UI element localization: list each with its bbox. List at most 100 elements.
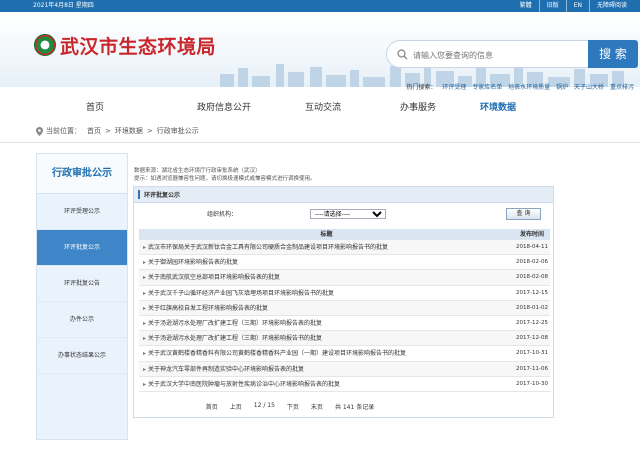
total-records: 共 141 条记录	[334, 404, 375, 411]
site-header: 武汉市生态环境局 搜 索 热门搜索： 环评受理 专家库名单 地表水环境质量 锅炉…	[0, 12, 640, 91]
org-select[interactable]: ----请选择----	[310, 209, 386, 219]
sidebar-item-eia-acceptance[interactable]: 环评受理公示	[37, 194, 127, 230]
sidebar-item-eia-approval[interactable]: 环评批复公示	[37, 230, 127, 266]
row-title-cell[interactable]: ▸ 关于武汉黄鹤楼香精香料有限公司黄鹤楼香精香料产业园（一期）建设项目环境影响报告…	[139, 346, 514, 360]
query-button[interactable]: 查 询	[506, 208, 541, 220]
prev-page-link[interactable]: 上页	[230, 402, 242, 412]
row-title-link[interactable]: 关于红旗高校自发工程环境影响报告表的批复	[148, 305, 268, 312]
hot-word-link[interactable]: 环评受理	[442, 84, 466, 91]
breadcrumb-home[interactable]: 首页	[87, 126, 101, 136]
row-date-cell: 2018-01-02	[516, 304, 548, 311]
row-title-link[interactable]: 关于神龙汽车零部件再制造实验中心环境影响报告表的批复	[148, 366, 304, 373]
row-title-link[interactable]: 关于汤逊湖污水处理厂改扩建工程（三期）环境影响报告表的批复	[148, 320, 322, 327]
row-date-cell: 2017-10-30	[516, 380, 548, 387]
top-bar: 2021年4月8日 星期四 繁體 旧版 EN 无障碍阅读	[0, 0, 640, 12]
row-title-cell[interactable]: ▸ 关于武汉千子山循环经济产业园飞灰填埋场项目环境影响报告书的批复	[139, 286, 514, 300]
breadcrumb-prefix: 当前位置：	[46, 127, 81, 135]
row-title-link[interactable]: 关于武汉黄鹤楼香精香料有限公司黄鹤楼香精香料产业园（一期）建设项目环境影响报告书…	[148, 350, 406, 357]
row-date-cell: 2017-11-06	[516, 365, 548, 372]
sidebar-title: 行政审批公示	[37, 154, 127, 194]
bullet-icon: ▸	[143, 259, 147, 267]
row-title-cell[interactable]: ▸ 关于红旗高校自发工程环境影响报告表的批复	[139, 301, 514, 315]
hot-word-link[interactable]: 重点排污	[610, 84, 634, 91]
row-title-cell[interactable]: ▸ 关于御湖园环境影响报告表的批复	[139, 255, 514, 269]
hot-word-link[interactable]: 地表水环境质量	[508, 84, 550, 91]
row-title-cell[interactable]: ▸ 关于汤逊湖污水处理厂改扩建工程（三期）环境影响报告书的批复	[139, 331, 514, 345]
hot-search-label: 热门搜索：	[406, 84, 437, 91]
last-page-link[interactable]: 末页	[311, 402, 323, 412]
breadcrumb-env-data[interactable]: 环境数据	[115, 126, 143, 136]
nav-services[interactable]: 办事服务	[388, 99, 448, 117]
tip-line: 提示：如遇浏览器兼容性问题，请切换极速模式或兼容模式进行调换使用。	[134, 176, 316, 182]
next-page-link[interactable]: 下页	[287, 402, 299, 412]
traditional-chinese-link[interactable]: 繁體	[513, 0, 539, 12]
nav-home[interactable]: 首页	[0, 99, 190, 117]
bullet-icon: ▸	[143, 335, 147, 343]
location-pin-icon	[36, 126, 43, 136]
first-page-link[interactable]: 首页	[206, 402, 218, 412]
breadcrumb-current[interactable]: 行政审批公示	[157, 126, 199, 136]
hot-search: 热门搜索： 环评受理 专家库名单 地表水环境质量 锅炉 天子山大桥 重点排污	[402, 82, 634, 91]
table-row[interactable]: ▸ 关于神龙汽车零部件再制造实验中心环境影响报告表的批复 2017-11-06	[139, 361, 550, 377]
row-date-cell: 2018-02-06	[516, 259, 548, 266]
pagination: 首页 上页 12 / 15 下页 末页 共 141 条记录	[0, 402, 640, 412]
row-title-link[interactable]: 关于武汉千子山循环经济产业园飞灰填埋场项目环境影响报告书的批复	[148, 290, 334, 297]
bullet-icon: ▸	[143, 380, 147, 388]
row-title-cell[interactable]: ▸ 关于南航武汉航空总部项目环境影响报告表的批复	[139, 270, 514, 284]
row-date-cell: 2017-12-25	[516, 319, 548, 326]
table-row[interactable]: ▸ 关于武汉大学中南医院肿瘤与放射性疾病诊治中心环境影响报告表的批复 2017-10…	[139, 377, 550, 392]
search-icon	[397, 49, 408, 60]
hot-word-link[interactable]: 天子山大桥	[574, 84, 604, 91]
row-title-link[interactable]: 关于汤逊湖污水处理厂改扩建工程（三期）环境影响报告书的批复	[148, 335, 322, 342]
row-title-cell[interactable]: ▸ 关于神龙汽车零部件再制造实验中心环境影响报告表的批复	[139, 362, 514, 376]
breadcrumb: 当前位置： 首页 > 环境数据 > 行政审批公示	[36, 125, 199, 137]
bullet-icon: ▸	[143, 350, 147, 358]
old-version-link[interactable]: 旧版	[538, 0, 566, 12]
hot-word-link[interactable]: 锅炉	[556, 84, 568, 91]
main-nav: 首页 政府信息公开 互动交流 办事服务 环境数据	[0, 99, 640, 117]
approval-table: 标题 发布时间 ▸ 武汉市环保局关于武汉新钛合金工具有限公司硬质合金制品建设项目环…	[139, 229, 550, 392]
row-title-link[interactable]: 关于武汉大学中南医院肿瘤与放射性疾病诊治中心环境影响报告表的批复	[148, 381, 340, 388]
search-button[interactable]: 搜 索	[588, 40, 638, 68]
bullet-icon: ▸	[143, 365, 147, 373]
sidebar-item-eia-announcement[interactable]: 环评批复公告	[37, 266, 127, 302]
date-text: 2021年4月8日 星期四	[33, 2, 94, 9]
table-row[interactable]: ▸ 关于武汉黄鹤楼香精香料有限公司黄鹤楼香精香料产业园（一期）建设项目环境影响报告…	[139, 346, 550, 362]
bullet-icon: ▸	[143, 274, 147, 282]
table-row[interactable]: ▸ 关于御湖园环境影响报告表的批复 2018-02-06	[139, 255, 550, 271]
table-header: 标题 发布时间	[139, 229, 550, 240]
row-date-cell: 2017-12-15	[516, 289, 548, 296]
page-indicator: 12 / 15	[253, 402, 275, 409]
row-title-link[interactable]: 关于御湖园环境影响报告表的批复	[148, 259, 238, 266]
approval-panel: 环评批复公示 组织机构： ----请选择---- 查 询 标题 发布时间 ▸ 武汉…	[133, 186, 554, 418]
accessibility-link[interactable]: 无障碍阅读	[588, 0, 634, 12]
row-title-link[interactable]: 关于南航武汉航空总部项目环境影响报告表的批复	[148, 274, 280, 281]
sidebar-item-case-publicity[interactable]: 办件公示	[37, 302, 127, 338]
top-links: 繁體 旧版 EN 无障碍阅读	[513, 0, 634, 12]
table-row[interactable]: ▸ 关于汤逊湖污水处理厂改扩建工程（三期）环境影响报告表的批复 2017-12-25	[139, 316, 550, 332]
row-title-link[interactable]: 武汉市环保局关于武汉新钛合金工具有限公司硬质合金制品建设项目环境影响报告书的批复	[148, 244, 388, 251]
row-date-cell: 2017-10-31	[516, 350, 548, 357]
table-row[interactable]: ▸ 关于红旗高校自发工程环境影响报告表的批复 2018-01-02	[139, 300, 550, 316]
table-row[interactable]: ▸ 武汉市环保局关于武汉新钛合金工具有限公司硬质合金制品建设项目环境影响报告书的批…	[139, 240, 550, 256]
row-title-cell[interactable]: ▸ 关于武汉大学中南医院肿瘤与放射性疾病诊治中心环境影响报告表的批复	[139, 377, 514, 391]
bureau-emblem-icon[interactable]	[34, 34, 56, 56]
nav-gov-info[interactable]: 政府信息公开	[190, 99, 258, 117]
row-title-cell[interactable]: ▸ 关于汤逊湖污水处理厂改扩建工程（三期）环境影响报告表的批复	[139, 316, 514, 330]
panel-tab: 环评批复公示	[138, 190, 180, 199]
bullet-icon: ▸	[143, 304, 147, 312]
header-divider	[0, 142, 640, 143]
sidebar-item-status-results[interactable]: 办事状态结果公示	[37, 338, 127, 374]
table-row[interactable]: ▸ 关于汤逊湖污水处理厂改扩建工程（三期）环境影响报告书的批复 2017-12-08	[139, 331, 550, 347]
table-row[interactable]: ▸ 关于武汉千子山循环经济产业园飞灰填埋场项目环境影响报告书的批复 2017-12-…	[139, 286, 550, 301]
site-name[interactable]: 武汉市生态环境局	[60, 32, 216, 59]
bullet-icon: ▸	[143, 244, 147, 251]
hot-word-link[interactable]: 专家库名单	[472, 84, 502, 91]
nav-interaction[interactable]: 互动交流	[258, 99, 388, 117]
nav-environment-data[interactable]: 环境数据	[448, 99, 548, 117]
bullet-icon: ▸	[143, 289, 147, 297]
table-row[interactable]: ▸ 关于南航武汉航空总部项目环境影响报告表的批复 2018-02-08	[139, 270, 550, 286]
search-input[interactable]	[413, 46, 583, 64]
english-link[interactable]: EN	[565, 0, 589, 12]
row-title-cell[interactable]: ▸ 武汉市环保局关于武汉新钛合金工具有限公司硬质合金制品建设项目环境影响报告书的批…	[139, 240, 514, 254]
